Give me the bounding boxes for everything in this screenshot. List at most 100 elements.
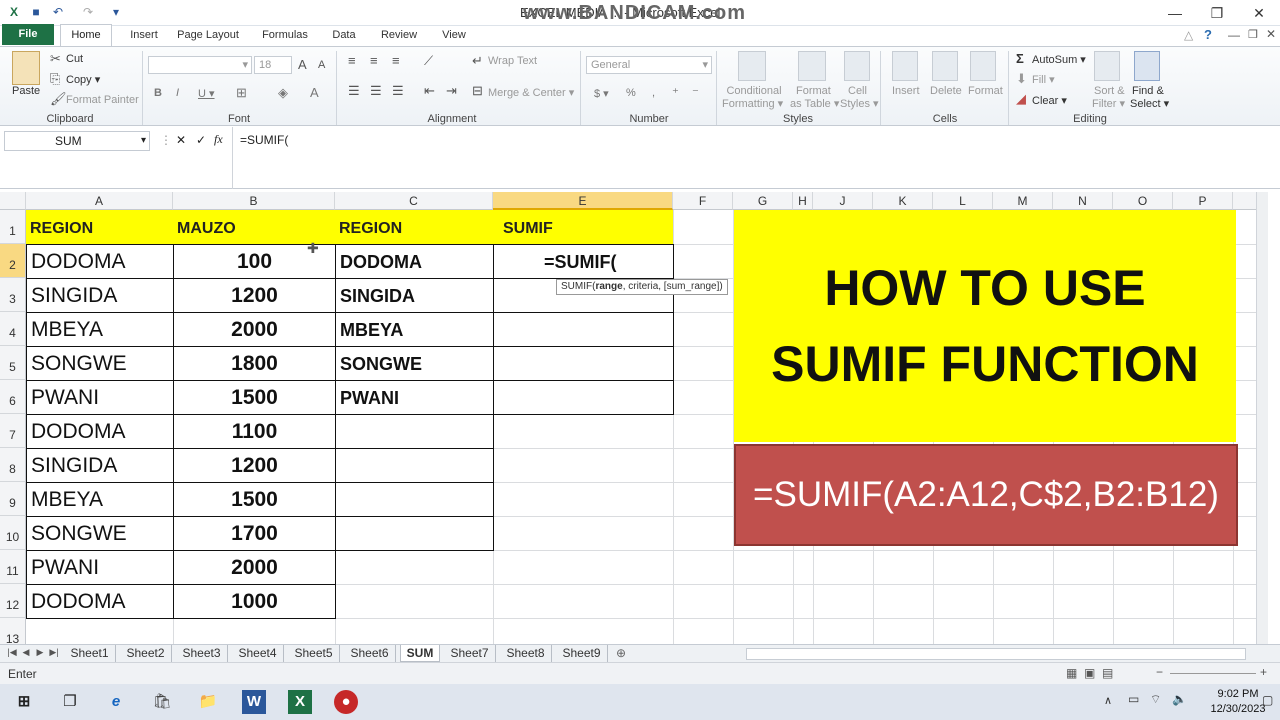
format-as-table-line1[interactable]: Format: [796, 85, 831, 97]
increase-indent-icon[interactable]: ⇥: [446, 83, 457, 99]
restore-button[interactable]: ❐: [1202, 3, 1232, 23]
column-header-g[interactable]: G: [733, 192, 793, 210]
column-header-a[interactable]: A: [26, 192, 173, 210]
cell-a10[interactable]: SONGWE: [26, 516, 174, 551]
orientation-icon[interactable]: ⟋: [424, 53, 433, 69]
row-header-8[interactable]: 8: [0, 448, 26, 482]
column-header-e[interactable]: E: [493, 192, 673, 210]
fill-icon[interactable]: ⬇: [1016, 71, 1027, 87]
cell-e1[interactable]: SUMIF: [493, 210, 673, 244]
copy-icon[interactable]: ⎘: [50, 71, 60, 87]
vertical-scrollbar[interactable]: [1256, 192, 1268, 644]
workbook-close-icon[interactable]: ✕: [1266, 27, 1276, 41]
row-header-11[interactable]: 11: [0, 550, 26, 584]
conditional-formatting-line1[interactable]: Conditional: [724, 85, 784, 97]
sheet-tab-3[interactable]: Sheet3: [176, 645, 228, 662]
row-header-7[interactable]: 7: [0, 414, 26, 448]
sheet-tab-9[interactable]: Sheet9: [556, 645, 608, 662]
cell-a3[interactable]: SINGIDA: [26, 278, 174, 313]
cell-a8[interactable]: SINGIDA: [26, 448, 174, 483]
row-header-6[interactable]: 6: [0, 380, 26, 414]
find-select-line2[interactable]: Select ▾: [1130, 97, 1169, 110]
sheet-tab-5[interactable]: Sheet5: [288, 645, 340, 662]
cell-b9[interactable]: 1500: [173, 482, 336, 517]
tooltip-arg-range[interactable]: range: [595, 281, 622, 292]
cell-styles-line2[interactable]: Styles ▾: [840, 97, 879, 110]
formula-input[interactable]: =SUMIF(: [240, 133, 288, 147]
borders-icon[interactable]: ⊞: [236, 85, 247, 101]
last-sheet-icon[interactable]: ▶|: [48, 647, 60, 658]
merge-center-button[interactable]: Merge & Center ▾: [488, 86, 574, 99]
cut-icon[interactable]: ✂: [50, 51, 61, 67]
confirm-entry-icon[interactable]: ✓: [196, 133, 206, 147]
row-header-2[interactable]: 2: [0, 244, 26, 278]
worksheet-grid[interactable]: A B C E F G H J K L M N O P 1 2 3 4 5 6 …: [0, 192, 1268, 644]
sheet-tab-6[interactable]: Sheet6: [344, 645, 396, 662]
column-header-h[interactable]: H: [793, 192, 813, 210]
cell-c4[interactable]: MBEYA: [335, 312, 494, 347]
cell-b10[interactable]: 1700: [173, 516, 336, 551]
horizontal-scrollbar[interactable]: [746, 648, 1246, 660]
tab-home[interactable]: Home: [60, 24, 112, 46]
save-icon[interactable]: ■: [28, 4, 44, 20]
column-header-f[interactable]: F: [673, 192, 733, 210]
align-bottom-icon[interactable]: ≡: [392, 53, 400, 68]
currency-format-button[interactable]: $ ▾: [594, 87, 609, 100]
page-layout-view-icon[interactable]: ▣: [1084, 666, 1095, 680]
row-header-5[interactable]: 5: [0, 346, 26, 380]
delete-cells-button[interactable]: Delete: [930, 85, 962, 97]
zoom-in-icon[interactable]: +: [1260, 665, 1267, 679]
column-header-p[interactable]: P: [1173, 192, 1233, 210]
sheet-tab-2[interactable]: Sheet2: [120, 645, 172, 662]
row-header-10[interactable]: 10: [0, 516, 26, 550]
cell-e6[interactable]: [493, 380, 674, 415]
format-as-table-line2[interactable]: as Table ▾: [790, 97, 839, 110]
insert-cells-button[interactable]: Insert: [892, 85, 920, 97]
zoom-slider[interactable]: [1170, 673, 1256, 674]
wrap-text-button[interactable]: Wrap Text: [488, 55, 537, 67]
clear-icon[interactable]: ◢: [1016, 91, 1026, 107]
function-tooltip[interactable]: SUMIF(range, criteria, [sum_range]): [556, 279, 728, 295]
column-header-n[interactable]: N: [1053, 192, 1113, 210]
next-sheet-icon[interactable]: ▶: [34, 647, 46, 658]
cell-styles-line1[interactable]: Cell: [848, 85, 867, 97]
font-size-combo[interactable]: 18: [254, 56, 292, 74]
cell-styles-icon[interactable]: [844, 51, 870, 81]
sheet-tab-7[interactable]: Sheet7: [444, 645, 496, 662]
percent-format-button[interactable]: %: [626, 87, 636, 99]
row-header-1[interactable]: 1: [0, 210, 26, 244]
column-header-j[interactable]: J: [813, 192, 873, 210]
format-as-table-icon[interactable]: [798, 51, 826, 81]
paste-button[interactable]: Paste: [12, 85, 40, 97]
column-header-m[interactable]: M: [993, 192, 1053, 210]
row-header-13[interactable]: 13: [0, 618, 26, 644]
workbook-minimize-icon[interactable]: —: [1228, 28, 1240, 42]
tab-formulas[interactable]: Formulas: [258, 26, 312, 46]
tab-view[interactable]: View: [438, 26, 470, 46]
volume-icon[interactable]: 🔈: [1172, 692, 1187, 706]
cell-a11[interactable]: PWANI: [26, 550, 174, 585]
cell-c9[interactable]: [335, 482, 494, 517]
delete-cells-icon[interactable]: [932, 51, 958, 81]
cell-a4[interactable]: MBEYA: [26, 312, 174, 347]
sort-filter-line2[interactable]: Filter ▾: [1092, 97, 1125, 110]
cell-b11[interactable]: 2000: [173, 550, 336, 585]
cell-a7[interactable]: DODOMA: [26, 414, 174, 449]
cell-e5[interactable]: [493, 346, 674, 381]
cut-button[interactable]: Cut: [66, 53, 83, 65]
sheet-tab-sum[interactable]: SUM: [400, 645, 440, 662]
cell-a2[interactable]: DODOMA: [26, 244, 174, 279]
sort-filter-icon[interactable]: [1094, 51, 1120, 81]
wrap-text-icon[interactable]: ↵: [472, 53, 483, 69]
tab-file[interactable]: File: [2, 24, 54, 45]
cell-c3[interactable]: SINGIDA: [335, 278, 494, 313]
align-middle-icon[interactable]: ≡: [370, 53, 378, 68]
cell-b5[interactable]: 1800: [173, 346, 336, 381]
cell-a6[interactable]: PWANI: [26, 380, 174, 415]
column-header-c[interactable]: C: [335, 192, 493, 210]
decrease-decimal-icon[interactable]: ⁻: [692, 85, 699, 101]
sheet-tab-4[interactable]: Sheet4: [232, 645, 284, 662]
tooltip-function[interactable]: SUMIF(: [561, 281, 595, 292]
row-header-12[interactable]: 12: [0, 584, 26, 618]
insert-cells-icon[interactable]: [892, 51, 918, 81]
